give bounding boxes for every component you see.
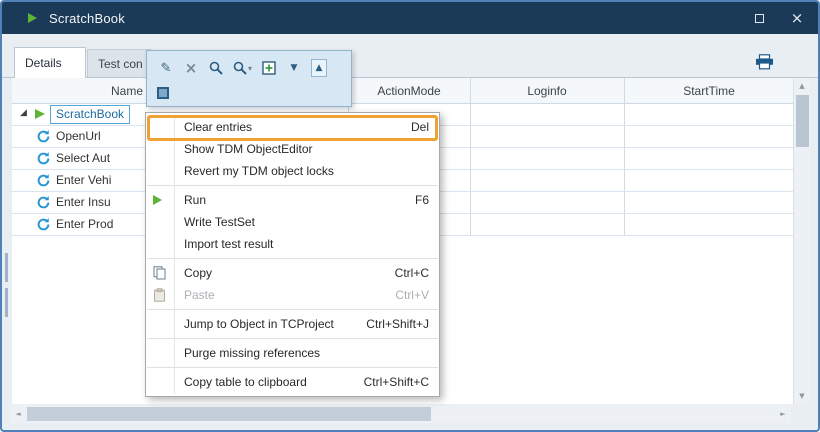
menu-item-label: Paste xyxy=(184,284,395,306)
menu-item-shortcut: Del xyxy=(411,116,429,138)
column-header-actionmode[interactable]: ActionMode xyxy=(348,78,470,104)
zoom-dropdown-icon[interactable]: ▾ xyxy=(233,59,252,77)
menu-item-shortcut: Ctrl+V xyxy=(395,284,429,306)
menu-item-copy-table-to-clipboard[interactable]: Copy table to clipboard Ctrl+Shift+C xyxy=(146,371,439,393)
delete-icon[interactable]: × xyxy=(183,59,199,77)
tab-details[interactable]: Details xyxy=(14,47,86,78)
zoom-icon[interactable] xyxy=(208,59,224,77)
menu-item-copy[interactable]: Copy Ctrl+C xyxy=(146,262,439,284)
window-title: ScratchBook xyxy=(49,11,125,26)
menu-item-label: Clear entries xyxy=(184,116,411,138)
row-label: Enter Vehi xyxy=(56,170,111,191)
menu-item-label: Show TDM ObjectEditor xyxy=(184,138,429,160)
menu-item-show-tdm-objecteditor[interactable]: Show TDM ObjectEditor xyxy=(146,138,439,160)
column-header-loginfo[interactable]: Loginfo xyxy=(470,78,624,104)
menu-item-jump-to-object[interactable]: Jump to Object in TCProject Ctrl+Shift+J xyxy=(146,313,439,335)
menu-item-revert-tdm-locks[interactable]: Revert my TDM object locks xyxy=(146,160,439,182)
dropdown-caret-icon: ▾ xyxy=(248,64,252,73)
paste-icon xyxy=(153,284,166,306)
printer-icon xyxy=(755,54,774,70)
menu-item-run[interactable]: Run F6 xyxy=(146,189,439,211)
tree-node-label[interactable]: ScratchBook xyxy=(50,105,130,124)
menu-item-label: Purge missing references xyxy=(184,342,429,364)
tab-test-configuration[interactable]: Test con xyxy=(87,49,151,77)
menu-separator xyxy=(147,309,438,310)
menu-item-label: Run xyxy=(184,189,415,211)
close-icon: × xyxy=(791,11,804,26)
title-bar[interactable]: ScratchBook × xyxy=(2,2,818,34)
row-label: Select Aut xyxy=(56,148,110,169)
menu-item-label: Import test result xyxy=(184,233,429,255)
vertical-scrollbar-thumb[interactable] xyxy=(796,95,809,147)
context-menu: Clear entries Del Show TDM ObjectEditor … xyxy=(145,112,440,397)
run-icon xyxy=(28,13,37,23)
run-state-icon xyxy=(35,109,45,119)
row-label: Enter Prod xyxy=(56,214,113,235)
splitter-handle[interactable] xyxy=(5,288,8,317)
tab-label: Test con xyxy=(98,57,143,71)
scroll-right-icon[interactable]: ► xyxy=(775,405,791,423)
maximize-button[interactable] xyxy=(748,7,770,29)
menu-item-label: Write TestSet xyxy=(184,211,429,233)
column-header-starttime[interactable]: StartTime xyxy=(624,78,794,104)
add-column-icon[interactable] xyxy=(261,59,277,77)
menu-separator xyxy=(147,258,438,259)
onscreen-action-icon xyxy=(36,217,51,239)
table-header-row: Name ActionMode Loginfo StartTime xyxy=(12,78,793,104)
menu-item-label: Copy xyxy=(184,262,395,284)
copy-icon xyxy=(153,262,166,284)
menu-item-purge-missing-references[interactable]: Purge missing references xyxy=(146,342,439,364)
run-icon xyxy=(153,195,162,205)
print-button[interactable] xyxy=(755,54,777,72)
menu-item-shortcut: Ctrl+C xyxy=(395,262,429,284)
row-label: Enter Insu xyxy=(56,192,111,213)
scroll-left-icon[interactable]: ◄ xyxy=(10,405,26,423)
collapse-all-icon[interactable]: ▼ xyxy=(286,59,302,77)
menu-separator xyxy=(147,185,438,186)
menu-item-import-test-result[interactable]: Import test result xyxy=(146,233,439,255)
scroll-up-icon[interactable]: ▲ xyxy=(794,78,810,94)
tree-expander-icon[interactable]: ◢ xyxy=(20,109,27,118)
horizontal-scrollbar[interactable]: ◄ ► xyxy=(10,405,791,423)
edit-icon[interactable]: ✎ xyxy=(158,59,174,77)
row-label: OpenUrl xyxy=(56,126,101,147)
indicator-column-icon[interactable] xyxy=(157,87,169,99)
floating-toolbar: ✎ × ▾ ▼ xyxy=(146,50,352,107)
scroll-down-icon[interactable]: ▼ xyxy=(794,388,810,404)
menu-item-write-testset[interactable]: Write TestSet xyxy=(146,211,439,233)
menu-item-label: Jump to Object in TCProject xyxy=(184,313,366,335)
tab-label: Details xyxy=(25,56,62,70)
menu-item-shortcut: Ctrl+Shift+J xyxy=(366,313,429,335)
horizontal-scrollbar-thumb[interactable] xyxy=(27,407,431,421)
menu-separator xyxy=(147,367,438,368)
scratchbook-window: ScratchBook × Details Test con Name Acti… xyxy=(0,0,820,432)
splitter-handle[interactable] xyxy=(5,253,8,282)
close-button[interactable]: × xyxy=(786,7,808,29)
menu-item-label: Revert my TDM object locks xyxy=(184,160,429,182)
menu-item-shortcut: F6 xyxy=(415,189,429,211)
menu-item-shortcut: Ctrl+Shift+C xyxy=(364,371,429,393)
menu-separator xyxy=(147,338,438,339)
maximize-icon xyxy=(755,14,764,23)
menu-item-paste: Paste Ctrl+V xyxy=(146,284,439,306)
menu-item-label: Copy table to clipboard xyxy=(184,371,364,393)
vertical-scrollbar[interactable]: ▲ ▼ xyxy=(793,78,810,404)
menu-item-clear-entries[interactable]: Clear entries Del xyxy=(146,116,439,138)
expand-all-icon[interactable]: ▲ xyxy=(311,59,327,77)
